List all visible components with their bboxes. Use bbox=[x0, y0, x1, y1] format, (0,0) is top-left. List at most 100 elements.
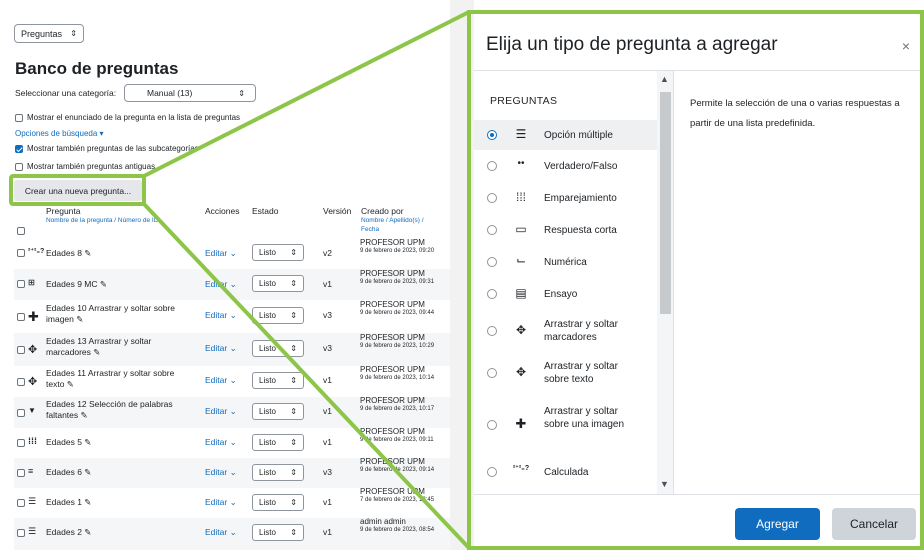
row-checkbox[interactable] bbox=[17, 249, 25, 257]
close-icon[interactable]: × bbox=[902, 38, 910, 54]
add-button[interactable]: Agregar bbox=[735, 508, 820, 540]
row-checkbox[interactable] bbox=[17, 378, 25, 386]
date: 9 de febrero de 2023, 10:29 bbox=[360, 343, 435, 349]
edit-menu[interactable]: Editar ⌄ bbox=[205, 310, 237, 321]
select-all-checkbox[interactable] bbox=[17, 227, 25, 235]
type-option-essay[interactable]: ▤ Ensayo bbox=[474, 278, 657, 310]
edit-menu[interactable]: Editar ⌄ bbox=[205, 343, 237, 354]
version: v1 bbox=[323, 406, 332, 416]
type-option-numerical[interactable]: ⌙ Numérica bbox=[474, 246, 657, 278]
row-checkbox[interactable] bbox=[17, 346, 25, 354]
row-checkbox[interactable] bbox=[17, 499, 25, 507]
status-select[interactable]: Listo ⇕ bbox=[252, 340, 304, 357]
edit-menu[interactable]: Editar ⌄ bbox=[205, 406, 237, 417]
row-checkbox[interactable] bbox=[17, 439, 25, 447]
show-old-checkbox[interactable] bbox=[15, 163, 23, 171]
question-name[interactable]: Edades 8 ✎ bbox=[46, 248, 191, 259]
shortanswer-icon: ▭ bbox=[515, 222, 527, 236]
radio-button[interactable] bbox=[487, 289, 497, 299]
ddwtos-icon: ✥ bbox=[28, 376, 38, 388]
question-name[interactable]: Edades 11 Arrastrar y soltar sobre texto… bbox=[46, 368, 191, 390]
sort-name-link[interactable]: Nombre de la pregunta bbox=[46, 217, 113, 224]
status-select[interactable]: Listo ⇕ bbox=[252, 403, 304, 420]
row-checkbox[interactable] bbox=[17, 529, 25, 537]
chevron-updown-icon: ⇕ bbox=[290, 344, 297, 353]
type-option-ddmarker[interactable]: ✥ Arrastrar y soltar marcadores bbox=[474, 310, 657, 352]
radio-button[interactable] bbox=[487, 225, 497, 235]
status-select[interactable]: Listo ⇕ bbox=[252, 372, 304, 389]
sort-firstname-link[interactable]: Nombre bbox=[361, 217, 384, 224]
status-select[interactable]: Listo ⇕ bbox=[252, 307, 304, 324]
question-name[interactable]: Edades 2 ✎ bbox=[46, 527, 191, 538]
type-option-truefalse[interactable]: •• Verdadero/Falso bbox=[474, 150, 657, 182]
status-value: Listo bbox=[259, 279, 276, 288]
status-select[interactable]: Listo ⇕ bbox=[252, 244, 304, 261]
type-option-match[interactable]: ⁞⁞⁞ Emparejamiento bbox=[474, 182, 657, 214]
row-checkbox[interactable] bbox=[17, 313, 25, 321]
status-select[interactable]: Listo ⇕ bbox=[252, 434, 304, 451]
question-name-text: Edades 2 bbox=[46, 527, 82, 537]
question-name[interactable]: Edades 10 Arrastrar y soltar sobre image… bbox=[46, 303, 191, 325]
show-text-checkbox[interactable] bbox=[15, 114, 23, 122]
type-option-multichoice[interactable]: ☰ Opción múltiple bbox=[474, 120, 657, 150]
calculated-icon: ²⁺²₌? bbox=[28, 248, 45, 255]
edit-label: Editar bbox=[205, 527, 228, 537]
status-select[interactable]: Listo ⇕ bbox=[252, 464, 304, 481]
status-value: Listo bbox=[259, 344, 276, 353]
status-select[interactable]: Listo ⇕ bbox=[252, 494, 304, 511]
category-select[interactable]: Manual (13) ⇕ bbox=[124, 84, 256, 102]
chevron-down-icon[interactable]: ▼ bbox=[660, 479, 669, 489]
question-name[interactable]: Edades 1 ✎ bbox=[46, 497, 191, 508]
question-name[interactable]: Edades 6 ✎ bbox=[46, 467, 191, 478]
cancel-button[interactable]: Cancelar bbox=[832, 508, 916, 540]
edit-menu[interactable]: Editar ⌄ bbox=[205, 467, 237, 478]
create-question-button[interactable]: Crear una nueva pregunta... bbox=[14, 180, 142, 201]
nav-select[interactable]: Preguntas ⇕ bbox=[14, 24, 84, 43]
radio-button[interactable] bbox=[487, 193, 497, 203]
status-select[interactable]: Listo ⇕ bbox=[252, 524, 304, 541]
question-name-text: Edades 11 Arrastrar y soltar sobre texto bbox=[46, 368, 175, 389]
type-option-shortanswer[interactable]: ▭ Respuesta corta bbox=[474, 214, 657, 246]
radio-button[interactable] bbox=[487, 467, 497, 477]
question-name-text: Edades 6 bbox=[46, 467, 82, 477]
row-checkbox[interactable] bbox=[17, 469, 25, 477]
type-option-ddwtos[interactable]: ✥ Arrastrar y soltar sobre texto bbox=[474, 352, 657, 394]
edit-label: Editar bbox=[205, 310, 228, 320]
search-options-link[interactable]: Opciones de búsqueda ▾ bbox=[15, 129, 104, 138]
edit-menu[interactable]: Editar ⌄ bbox=[205, 279, 237, 290]
edit-menu[interactable]: Editar ⌄ bbox=[205, 248, 237, 259]
grid-icon: ⁞⁞⁞ bbox=[515, 190, 526, 204]
question-name-text: Edades 10 Arrastrar y soltar sobre image… bbox=[46, 303, 175, 324]
radio-button[interactable] bbox=[487, 368, 497, 378]
table-row: ✚ Edades 10 Arrastrar y soltar sobre ima… bbox=[14, 300, 450, 333]
question-name[interactable]: Edades 5 ✎ bbox=[46, 437, 191, 448]
row-checkbox[interactable] bbox=[17, 409, 25, 417]
sort-date-link[interactable]: Fecha bbox=[361, 226, 379, 233]
radio-button[interactable] bbox=[487, 257, 497, 267]
multichoice-icon: ☰ bbox=[28, 526, 37, 536]
sort-lastname-link[interactable]: Apellido(s) bbox=[389, 217, 420, 224]
question-name-text: Edades 9 MC bbox=[46, 279, 98, 289]
edit-menu[interactable]: Editar ⌄ bbox=[205, 527, 237, 538]
scrollbar-thumb[interactable] bbox=[660, 92, 671, 314]
type-option-calculated[interactable]: ²⁺²₌? Calculada bbox=[474, 456, 657, 488]
radio-button[interactable] bbox=[487, 420, 497, 430]
edit-menu[interactable]: Editar ⌄ bbox=[205, 437, 237, 448]
row-checkbox[interactable] bbox=[17, 280, 25, 288]
edit-menu[interactable]: Editar ⌄ bbox=[205, 497, 237, 508]
radio-button[interactable] bbox=[487, 326, 497, 336]
col-question[interactable]: Pregunta bbox=[46, 206, 81, 216]
question-name[interactable]: Edades 9 MC ✎ bbox=[46, 279, 191, 290]
question-name[interactable]: Edades 13 Arrastrar y soltar marcadores … bbox=[46, 336, 191, 358]
table-row: ☰ Edades 1 ✎ Editar ⌄ Listo ⇕ v1 PROFESOR… bbox=[14, 488, 450, 518]
sort-id-link[interactable]: Número de ID bbox=[118, 217, 158, 224]
question-name-text: Edades 12 Selección de palabras faltante… bbox=[46, 399, 173, 420]
radio-button[interactable] bbox=[487, 161, 497, 171]
edit-menu[interactable]: Editar ⌄ bbox=[205, 375, 237, 386]
show-subcategories-checkbox[interactable] bbox=[15, 145, 23, 153]
radio-button[interactable] bbox=[487, 130, 497, 140]
status-select[interactable]: Listo ⇕ bbox=[252, 275, 304, 292]
type-option-ddimageortext[interactable]: ✚ Arrastrar y soltar sobre una imagen bbox=[474, 394, 657, 456]
chevron-up-icon[interactable]: ▲ bbox=[660, 74, 669, 84]
question-name[interactable]: Edades 12 Selección de palabras faltante… bbox=[46, 399, 191, 421]
